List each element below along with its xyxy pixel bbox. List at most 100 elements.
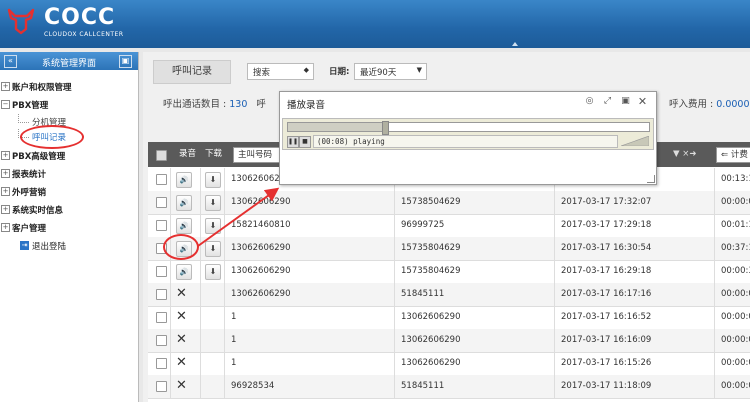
settings-icon[interactable]: ◎ [584, 96, 595, 107]
seek-handle[interactable] [382, 121, 390, 135]
logo-subtitle: CLOUDOX CALLCENTER [44, 31, 124, 38]
row-checkbox[interactable] [156, 358, 167, 369]
row-checkbox[interactable] [156, 197, 167, 208]
no-recording-icon: ✕ [176, 378, 187, 393]
billing-column-filter[interactable]: ⇐ 计费 [716, 147, 750, 163]
caller-cell: 1 [224, 306, 394, 329]
expand-icon[interactable]: + [1, 169, 10, 178]
time-cell: 2017-03-17 16:30:54 [554, 237, 714, 260]
expand-icon[interactable]: + [1, 151, 10, 160]
table-row[interactable]: ✕ 13062606290 51845111 2017-03-17 16:17:16 0… [148, 283, 750, 307]
collapse-icon[interactable]: − [1, 100, 10, 109]
select-all-checkbox[interactable] [156, 150, 167, 161]
row-checkbox[interactable] [156, 312, 167, 323]
play-recording-icon[interactable]: 🔊 [176, 172, 192, 188]
download-cell [200, 283, 224, 306]
stats-label: 呼入费用 : [669, 99, 717, 110]
duration-cell: 00:00:00 [714, 329, 750, 352]
table-row[interactable]: 🔊 ⬇ 13062606290 15735804629 2017-03-17 16:30… [148, 237, 750, 261]
date-range-select[interactable]: 最近90天 ▼ [354, 63, 427, 80]
nav-label: 退出登陆 [32, 242, 67, 252]
download-cell [200, 375, 224, 398]
nav-reports[interactable]: + 报表统计 [0, 165, 138, 183]
play-recording-icon[interactable]: 🔊 [176, 218, 192, 234]
nav-outbound-marketing[interactable]: + 外呼营销 [0, 183, 138, 201]
expand-icon[interactable]: + [1, 223, 10, 232]
nav-pbx[interactable]: − PBX管理 [0, 96, 138, 114]
row-checkbox[interactable] [156, 335, 167, 346]
duration-cell: 00:37:18 [714, 237, 750, 260]
chevron-down-icon: ◆ [303, 66, 309, 74]
duration-cell: 00:00:37 [714, 260, 750, 283]
download-cell: ⬇ [200, 237, 224, 260]
download-icon[interactable]: ⬇ [205, 195, 221, 211]
download-icon[interactable]: ⬇ [205, 264, 221, 280]
play-recording-dialog: 播放录音 ◎ ⤢ ▣ ✕ ❚❚ ■ (00:08) playing [279, 91, 657, 185]
callee-cell: 15735804629 [394, 237, 554, 260]
duration-cell: 00:00:00 [714, 352, 750, 375]
nav-label: 系统实时信息 [12, 206, 64, 216]
play-recording-icon[interactable]: 🔊 [176, 195, 192, 211]
inbound-cost: 呼入费用 : 0.0000 [669, 96, 750, 110]
highlight-circle [163, 234, 199, 260]
table-row[interactable]: ✕ 1130626062902017-03-17 16:16:5200:00:00 [148, 306, 750, 330]
nav-pbx-advanced[interactable]: + PBX高级管理 [0, 147, 138, 165]
expand-icon[interactable]: + [1, 187, 10, 196]
stop-icon[interactable]: ■ [299, 136, 311, 148]
callee-cell: 15738504629 [394, 191, 554, 214]
seek-bar[interactable] [287, 121, 650, 135]
row-checkbox[interactable] [156, 220, 167, 231]
nav-label: PBX管理 [12, 101, 49, 111]
nav-label: PBX高级管理 [12, 152, 66, 162]
row-checkbox[interactable] [156, 381, 167, 392]
record-cell: ✕ [170, 329, 200, 352]
logo-text: COCC [44, 5, 116, 30]
seek-progress [288, 123, 386, 131]
maximize-icon[interactable]: ▣ [620, 96, 631, 107]
sidebar-title: 系统管理界面 [41, 59, 96, 69]
row-checkbox[interactable] [156, 266, 167, 277]
volume-slider[interactable] [621, 136, 649, 146]
table-row[interactable]: 🔊 ⬇ 13062606290 15735804629 2017-03-17 16:29… [148, 260, 750, 284]
table-row[interactable]: ✕ 96928534 51845111 2017-03-17 11:18:09 00:0… [148, 375, 750, 399]
record-cell: ✕ [170, 375, 200, 398]
nav-accounts[interactable]: + 账户和权限管理 [0, 78, 138, 96]
expand-icon[interactable]: + [1, 82, 10, 91]
collapse-header-icon[interactable] [512, 42, 518, 46]
table-row[interactable]: ✕ 1130626062902017-03-17 16:15:2600:00:00 [148, 352, 750, 376]
time-cell: 2017-03-17 11:18:09 [554, 375, 714, 398]
nav-logout[interactable]: ⇥ 退出登陆 [0, 237, 138, 255]
expand-icon[interactable]: ⤢ [602, 96, 613, 107]
table-row[interactable]: 🔊 ⬇ 13062606290 15738504629 2017-03-17 17:32… [148, 191, 750, 215]
row-checkbox[interactable] [156, 174, 167, 185]
highlight-circle [20, 125, 84, 149]
download-icon[interactable]: ⬇ [205, 172, 221, 188]
nav-customer-management[interactable]: + 客户管理 [0, 219, 138, 237]
caller-cell: 13062606290 [224, 237, 394, 260]
tab-call-records[interactable]: 呼叫记录 [153, 60, 231, 84]
table-row[interactable]: 🔊 ⬇ 15821460810 96999725 2017-03-17 17:29:18… [148, 214, 750, 238]
left-arrow-icon: ⇐ [721, 150, 729, 160]
chevron-down-icon: ▼ [416, 66, 422, 74]
row-checkbox[interactable] [156, 289, 167, 300]
expand-icon[interactable]: + [1, 205, 10, 214]
record-cell: 🔊 [170, 191, 200, 214]
stats-value: 0.0000 [716, 99, 750, 110]
pause-icon[interactable]: ❚❚ [287, 136, 299, 148]
record-cell: 🔊 [170, 260, 200, 283]
sidebar-title-bar: « 系统管理界面 ▣ [0, 52, 138, 70]
download-icon[interactable]: ⬇ [205, 241, 221, 257]
outbound-stats: 呼出通话数目 : 130 呼 [163, 96, 266, 110]
resize-handle[interactable] [647, 175, 655, 183]
play-recording-icon[interactable]: 🔊 [176, 264, 192, 280]
duration-cell: 00:00:00 [714, 283, 750, 306]
close-icon[interactable]: ✕ [637, 96, 648, 107]
download-icon[interactable]: ⬇ [205, 218, 221, 234]
nav-realtime-info[interactable]: + 系统实时信息 [0, 201, 138, 219]
table-row[interactable]: ✕ 1130626062902017-03-17 16:16:0900:00:00 [148, 329, 750, 353]
dest-column-arrows[interactable]: ▼ ×➜ [673, 142, 696, 167]
pin-sidebar-icon[interactable]: ▣ [119, 55, 132, 68]
callee-cell: 15735804629 [394, 260, 554, 283]
caller-cell: 15821460810 [224, 214, 394, 237]
search-field-select[interactable]: 搜索 ◆ [247, 63, 314, 80]
